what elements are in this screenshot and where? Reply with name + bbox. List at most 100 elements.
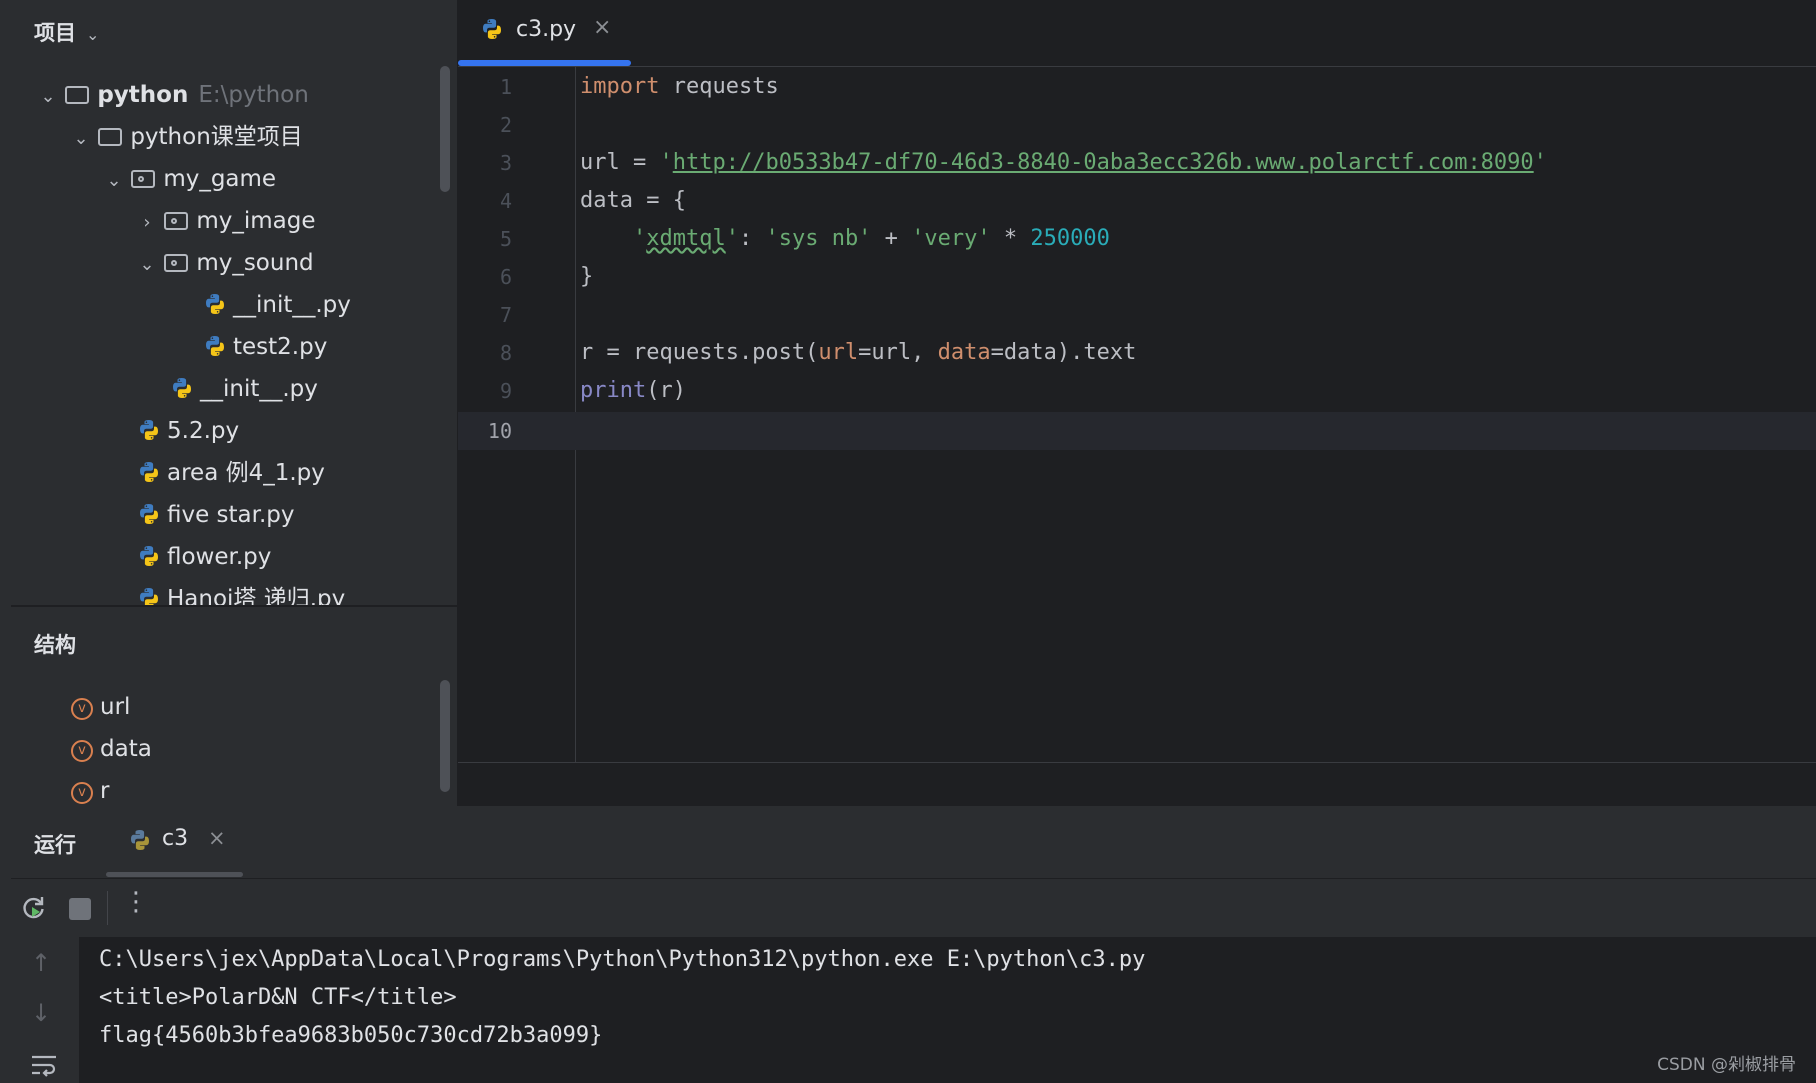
code-operator: * [990, 226, 1031, 251]
code-string-quote: ' [659, 150, 673, 175]
close-icon[interactable]: × [208, 826, 226, 850]
editor-bottom-area [458, 762, 1816, 807]
tree-item-test2-py[interactable]: test2.py [203, 327, 327, 367]
soft-wrap-icon[interactable] [30, 1053, 58, 1079]
tree-item-my-game[interactable]: ⌄ my_game [104, 159, 276, 199]
structure-panel-title: 结构 [34, 633, 76, 657]
python-file-icon [206, 294, 224, 314]
code-param: data [937, 340, 991, 365]
project-scrollbar[interactable] [440, 66, 450, 192]
chevron-down-icon[interactable]: ⌄ [104, 161, 124, 201]
chevron-down-icon[interactable]: ⌄ [137, 245, 157, 285]
arrow-down-icon[interactable]: ↓ [31, 999, 51, 1027]
editor-tab-bar [458, 0, 1816, 67]
tree-item-init-py[interactable]: __init__.py [203, 285, 351, 325]
stop-icon[interactable] [69, 898, 91, 920]
tree-item-flower-py[interactable]: flower.py [137, 537, 271, 577]
code-number: 250000 [1030, 226, 1110, 251]
tree-item-label: my_game [163, 166, 277, 192]
tree-item-label: __init__.py [200, 376, 318, 402]
code-line-8[interactable]: r = requests.post(url=url, data=data).te… [580, 334, 1136, 372]
active-tab-indicator [458, 60, 631, 66]
python-file-icon [173, 378, 191, 398]
code-line-6[interactable]: } [580, 258, 593, 296]
python-run-icon [131, 830, 149, 850]
current-line-highlight [458, 412, 1816, 450]
tree-item-label: python课堂项目 [130, 124, 303, 150]
tree-item-path: E:\python [198, 82, 309, 108]
code-text: =url, [858, 340, 938, 365]
tree-item-my-sound[interactable]: ⌄ my_sound [137, 243, 314, 285]
folder-icon [65, 86, 90, 104]
tree-item-label: python [97, 82, 189, 108]
tree-item-init-py[interactable]: __init__.py [170, 369, 318, 409]
chevron-down-icon[interactable]: ⌄ [38, 77, 58, 117]
tab-c3-py[interactable]: c3.py × [458, 0, 631, 66]
code-builtin: print [580, 378, 647, 403]
code-line-4[interactable]: data = { [580, 182, 686, 220]
variable-icon: v [71, 698, 93, 720]
package-folder-icon [164, 212, 189, 230]
run-tab-indicator [106, 872, 243, 877]
line-number: 10 [487, 419, 512, 443]
tree-item-python-course[interactable]: ⌄ python课堂项目 [71, 117, 303, 159]
code-line-3[interactable]: url = 'http://b0533b47-df70-46d3-8840-0a… [580, 144, 1547, 182]
line-number: 3 [499, 151, 512, 175]
code-text: =data).text [990, 340, 1137, 365]
tree-item-label: my_sound [196, 250, 314, 276]
tree-item-hanoi-py[interactable]: Hanoi塔 递归.py [137, 579, 345, 605]
chevron-down-icon[interactable]: ⌄ [71, 119, 91, 159]
code-operator: + [871, 226, 912, 251]
line-number: 4 [499, 189, 512, 213]
tree-item-label: test2.py [233, 334, 328, 360]
code-string-quote: ' [725, 226, 739, 251]
tree-item-5-2-py[interactable]: 5.2.py [137, 411, 239, 451]
chevron-right-icon[interactable]: › [137, 203, 157, 243]
code-string-quote: ' [632, 226, 647, 251]
run-tab-label: c3 [162, 826, 189, 851]
code-string: 'very' [911, 226, 991, 251]
code-line-5[interactable]: 'xdmtql': 'sys nb' + 'very' * 250000 [580, 220, 1110, 258]
tree-item-label: five star.py [167, 502, 295, 528]
code-string-quote: ' [1533, 150, 1547, 175]
project-title-label: 项目 [34, 21, 76, 45]
code-line-9[interactable]: print(r) [580, 372, 686, 410]
arrow-up-icon[interactable]: ↑ [31, 949, 51, 977]
project-panel-title[interactable]: 项目 ⌄ [34, 17, 99, 47]
line-number: 9 [499, 379, 512, 403]
structure-item-url[interactable]: v url [71, 687, 130, 727]
tree-item-label: 5.2.py [167, 418, 240, 444]
structure-item-label: data [100, 736, 152, 762]
tree-item-python[interactable]: ⌄ python E:\python [38, 75, 309, 117]
tree-clip: Hanoi塔 递归.py [11, 579, 457, 605]
run-toolbar: ⋮ [11, 878, 1816, 937]
run-panel-title: 运行 [34, 833, 76, 857]
structure-scrollbar[interactable] [440, 680, 450, 792]
rerun-icon[interactable] [20, 894, 48, 922]
code-url-link[interactable]: http://b0533b47-df70-46d3-8840-0aba3ecc3… [673, 150, 1534, 175]
code-text: url = [580, 150, 660, 175]
line-number: 6 [499, 265, 512, 289]
run-panel-header [11, 806, 1816, 878]
tree-item-label: area 例4_1.py [167, 460, 325, 486]
structure-item-label: url [100, 694, 131, 720]
code-line-1[interactable]: import requests [580, 68, 779, 106]
console-line: C:\Users\jex\AppData\Local\Programs\Pyth… [99, 947, 1146, 972]
code-string-key: xdmtql [646, 226, 726, 251]
tree-item-five-star-py[interactable]: five star.py [137, 495, 295, 535]
close-icon[interactable]: × [593, 15, 611, 40]
tab-label: c3.py [516, 17, 577, 42]
code-keyword: import [580, 74, 660, 99]
chevron-down-icon[interactable]: ⌄ [86, 25, 99, 44]
structure-item-r[interactable]: vr [71, 771, 109, 805]
code-text: (r) [646, 378, 686, 403]
tree-item-my-image[interactable]: › my_image [137, 201, 315, 241]
tree-item-area-py[interactable]: area 例4_1.py [137, 453, 325, 493]
python-file-icon [140, 546, 158, 566]
tree-item-label: flower.py [167, 544, 272, 570]
structure-item-data[interactable]: v data [71, 729, 152, 769]
more-options-icon[interactable]: ⋮ [123, 887, 149, 917]
variable-icon: v [71, 782, 93, 804]
code-param: url [818, 340, 859, 365]
run-tab-c3[interactable]: c3 × [106, 806, 243, 878]
